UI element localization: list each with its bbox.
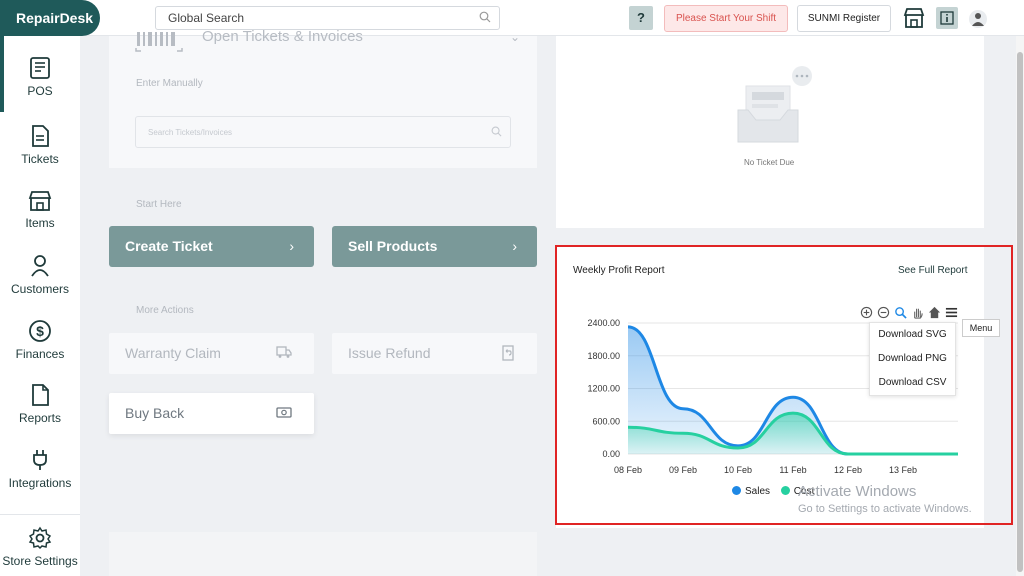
chevron-right-icon: ›	[512, 238, 517, 254]
scrollbar-thumb[interactable]	[1017, 52, 1023, 572]
no-ticket-due-text: No Ticket Due	[744, 158, 795, 167]
store-icon[interactable]	[903, 7, 925, 29]
empty-inbox-icon	[737, 66, 812, 143]
refund-icon	[502, 345, 514, 361]
global-search-placeholder: Global Search	[168, 11, 245, 25]
scrollbar[interactable]	[1016, 36, 1024, 576]
buy-back-label: Buy Back	[125, 405, 185, 421]
info-icon[interactable]	[936, 7, 958, 29]
chevron-down-icon[interactable]: ⌄	[510, 30, 520, 44]
avatar[interactable]	[968, 9, 988, 29]
ticket-search-placeholder: Search Tickets/Invoices	[148, 128, 233, 137]
store-icon	[28, 191, 52, 211]
plug-icon	[33, 450, 47, 470]
sidebar-item-label: Reports	[18, 411, 62, 425]
activate-windows-watermark: Activate Windows Go to Settings to activ…	[798, 483, 972, 515]
search-icon	[479, 11, 491, 23]
dollar-icon: $	[29, 320, 51, 342]
enter-manually-label: Enter Manually	[136, 78, 203, 89]
report-icon	[32, 384, 49, 406]
warranty-claim-label: Warranty Claim	[125, 345, 221, 361]
watermark-subtitle: Go to Settings to activate Windows.	[798, 503, 972, 515]
open-tickets-card	[109, 36, 537, 168]
help-button[interactable]: ?	[629, 6, 653, 30]
sidebar-item-integrations[interactable]: Integrations	[0, 448, 80, 490]
svg-text:$: $	[36, 323, 44, 339]
sidebar-item-label: Items	[25, 216, 55, 230]
more-actions-label: More Actions	[136, 305, 194, 316]
chevron-right-icon: ›	[289, 238, 294, 254]
sidebar-item-label: Finances	[15, 347, 65, 361]
issue-refund-button[interactable]: Issue Refund	[332, 333, 537, 374]
create-ticket-label: Create Ticket	[125, 238, 213, 254]
ticket-search-input[interactable]: Search Tickets/Invoices	[135, 116, 511, 148]
user-icon	[31, 255, 49, 277]
register-button[interactable]: SUNMI Register	[797, 5, 891, 32]
sidebar-item-label: Customers	[10, 282, 69, 296]
open-tickets-title: Open Tickets & Invoices	[202, 28, 363, 45]
sidebar-item-label: Store Settings	[2, 554, 78, 568]
tickets-icon	[32, 125, 49, 147]
warranty-claim-button[interactable]: Warranty Claim	[109, 333, 314, 374]
issue-refund-label: Issue Refund	[348, 345, 431, 361]
sidebar-item-customers[interactable]: Customers	[0, 254, 80, 296]
sidebar-item-pos[interactable]: POS	[0, 56, 80, 98]
search-icon	[491, 126, 502, 137]
start-shift-button[interactable]: Please Start Your Shift	[664, 5, 788, 32]
watermark-title: Activate Windows	[798, 483, 917, 500]
sidebar-item-label: Integrations	[8, 476, 72, 490]
left-panel-footer	[109, 532, 537, 576]
sidebar-item-finances[interactable]: $ Finances	[0, 319, 80, 361]
sell-products-label: Sell Products	[348, 238, 438, 254]
sidebar-item-label: Tickets	[21, 152, 59, 166]
sidebar-item-tickets[interactable]: Tickets	[0, 124, 80, 166]
sidebar-item-reports[interactable]: Reports	[0, 383, 80, 425]
truck-icon	[276, 346, 292, 358]
buy-back-button[interactable]: Buy Back	[109, 393, 314, 434]
sidebar-divider	[0, 514, 80, 515]
pos-icon	[30, 57, 50, 79]
barcode-icon	[135, 32, 183, 52]
cash-icon	[276, 407, 292, 418]
sell-products-button[interactable]: Sell Products ›	[332, 226, 537, 267]
sidebar-item-store-settings[interactable]: Store Settings	[0, 526, 80, 568]
gear-icon	[28, 526, 52, 550]
sidebar-item-label: POS	[27, 84, 53, 98]
sidebar: POS Tickets Items Customers $ Finances R…	[0, 36, 80, 576]
start-here-label: Start Here	[136, 199, 182, 210]
brand-logo[interactable]: RepairDesk	[0, 0, 100, 36]
global-search-input[interactable]: Global Search	[155, 6, 500, 30]
sidebar-item-items[interactable]: Items	[0, 190, 80, 230]
create-ticket-button[interactable]: Create Ticket ›	[109, 226, 314, 267]
